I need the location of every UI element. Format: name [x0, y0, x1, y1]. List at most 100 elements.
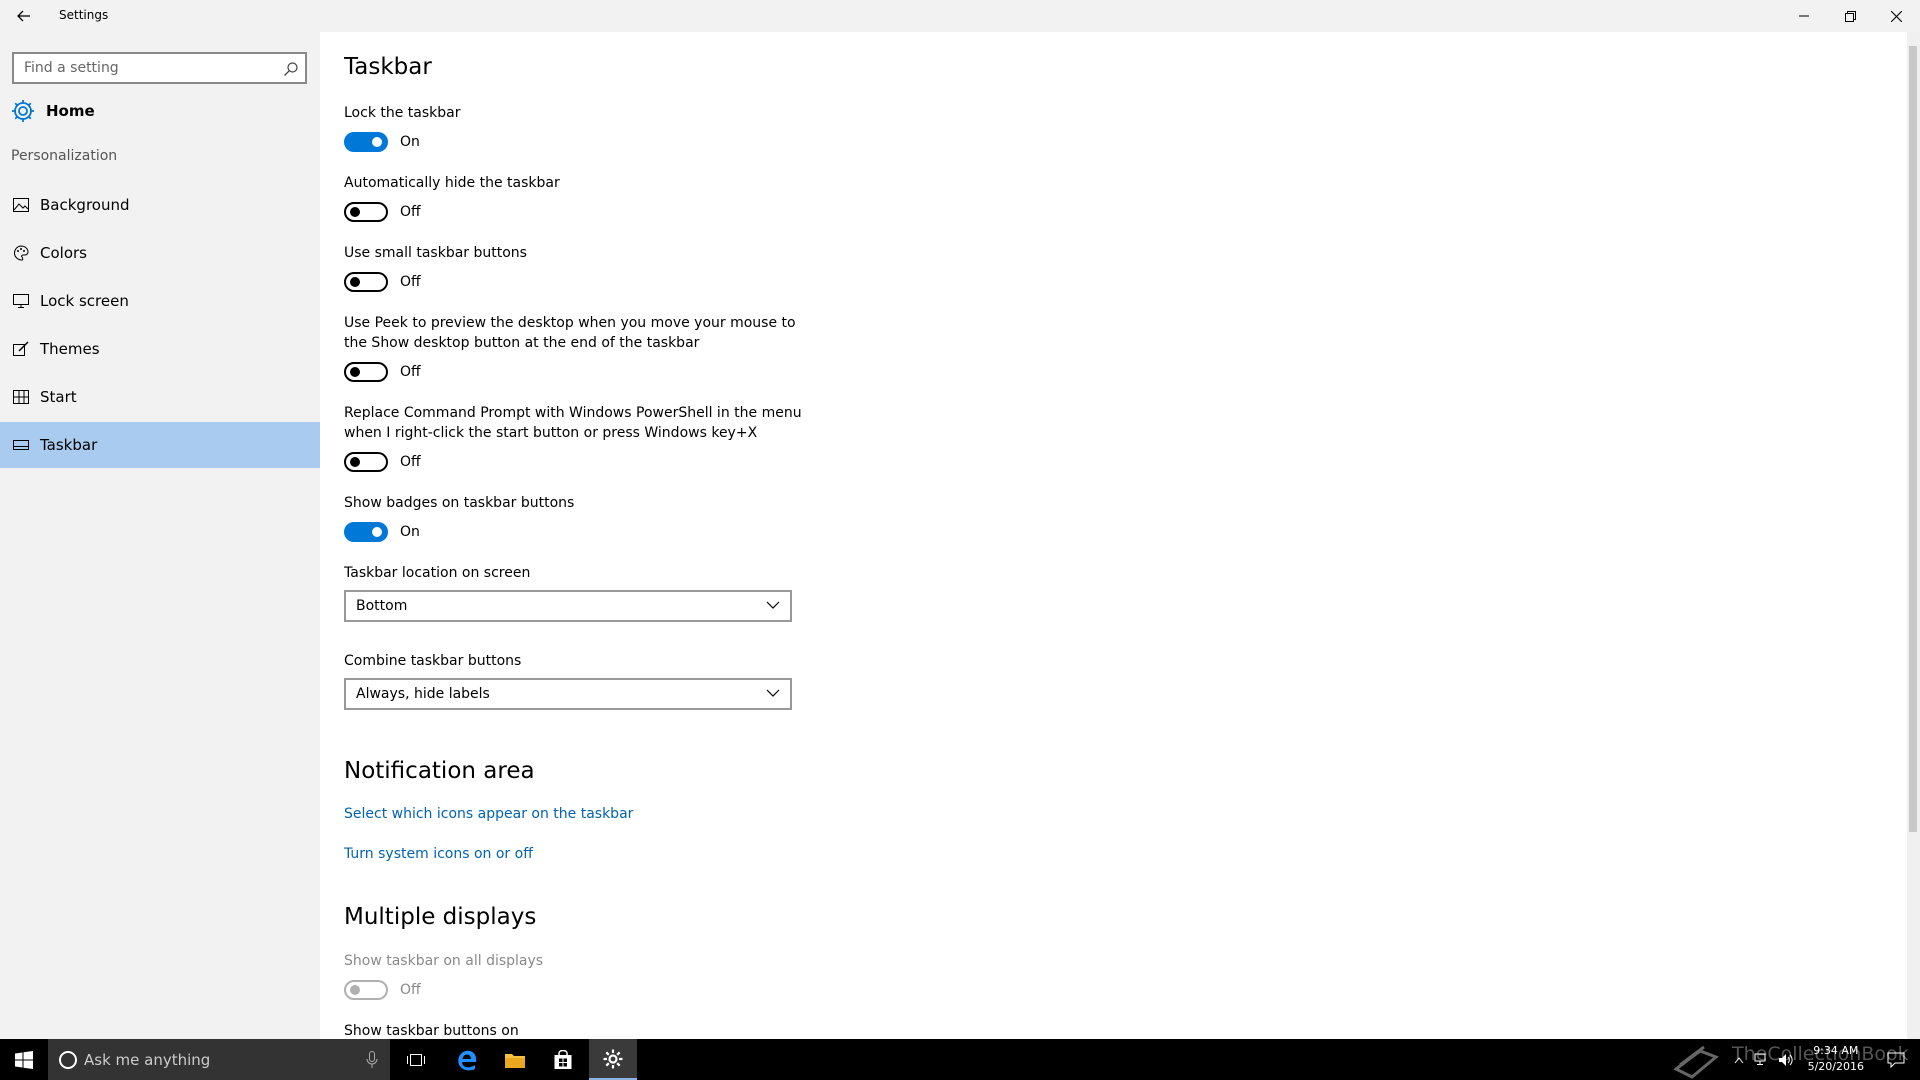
network-icon: [1754, 1053, 1766, 1065]
start-grid-icon: [12, 388, 30, 406]
peek-toggle[interactable]: Off: [344, 362, 421, 382]
windows-taskbar: Ask me anything TheCollectionBook 9:34 A…: [0, 1039, 1920, 1080]
scrollbar-thumb[interactable]: [1909, 46, 1917, 832]
small-buttons-toggle[interactable]: Off: [344, 272, 421, 292]
powershell-label: Replace Command Prompt with Windows Powe…: [344, 405, 802, 441]
sidebar-item-label: Colors: [40, 244, 87, 262]
multiple-displays-heading: Multiple displays: [344, 904, 537, 930]
arrow-left-icon: [17, 10, 30, 22]
toggle-switch[interactable]: [344, 362, 388, 382]
sidebar-item-label: Taskbar: [40, 436, 98, 454]
home-link[interactable]: Home: [10, 96, 95, 126]
cortana-circle-icon: [59, 1051, 77, 1069]
clock[interactable]: 9:34 AM 5/20/2016: [1808, 1043, 1864, 1075]
gear-icon: [603, 1049, 623, 1068]
sidebar: Find a setting Home Personalization Back…: [0, 32, 320, 1039]
settings-app-button[interactable]: [589, 1039, 637, 1080]
toggle-state: Off: [400, 204, 421, 220]
toggle-switch[interactable]: [344, 272, 388, 292]
lock-taskbar-label: Lock the taskbar: [344, 105, 461, 121]
toggle-state: Off: [400, 274, 421, 290]
small-buttons-label: Use small taskbar buttons: [344, 245, 527, 261]
toggle-switch[interactable]: [344, 452, 388, 472]
clock-time: 9:34 AM: [1813, 1044, 1859, 1057]
search-placeholder: Find a setting: [24, 60, 119, 76]
volume-icon: [1779, 1053, 1793, 1066]
search-input[interactable]: Find a setting: [12, 52, 307, 84]
main-content: Taskbar Lock the taskbar On Automaticall…: [344, 32, 1894, 1039]
powershell-toggle[interactable]: Off: [344, 452, 421, 472]
start-button[interactable]: [0, 1039, 48, 1080]
close-button[interactable]: [1873, 0, 1919, 32]
cortana-search-box[interactable]: Ask me anything: [48, 1039, 390, 1080]
home-label: Home: [46, 102, 95, 120]
brush-icon: [12, 340, 30, 358]
sidebar-item-taskbar[interactable]: Taskbar: [0, 422, 320, 468]
store-button[interactable]: [539, 1039, 587, 1080]
cortana-placeholder: Ask me anything: [84, 1051, 211, 1069]
chevron-down-icon: [766, 601, 780, 609]
restore-button[interactable]: [1827, 0, 1873, 32]
badges-toggle[interactable]: On: [344, 522, 420, 542]
sidebar-item-themes[interactable]: Themes: [0, 326, 320, 372]
sidebar-item-lock-screen[interactable]: Lock screen: [0, 278, 320, 324]
toggle-state: On: [400, 524, 420, 540]
monitor-icon: [12, 292, 30, 310]
scrollbar[interactable]: [1907, 32, 1920, 1039]
title-bar: Settings: [0, 0, 1920, 32]
book-logo-icon: [1673, 1045, 1719, 1079]
search-icon: [284, 62, 298, 76]
picture-icon: [12, 196, 30, 214]
microphone-icon: [366, 1051, 378, 1068]
chevron-up-icon: [1734, 1056, 1744, 1063]
sidebar-item-label: Themes: [40, 340, 100, 358]
peek-label: Use Peek to preview the desktop when you…: [344, 315, 796, 351]
action-center-button[interactable]: [1872, 1039, 1920, 1080]
file-explorer-button[interactable]: [491, 1039, 539, 1080]
windows-logo-icon: [15, 1050, 33, 1069]
task-view-icon: [407, 1053, 425, 1066]
sidebar-item-start[interactable]: Start: [0, 374, 320, 420]
minimize-button[interactable]: [1781, 0, 1827, 32]
page-title: Taskbar: [344, 54, 432, 80]
toggle-state: Off: [400, 454, 421, 470]
chevron-down-icon: [766, 689, 780, 697]
lock-taskbar-toggle[interactable]: On: [344, 132, 420, 152]
toggle-switch[interactable]: [344, 980, 388, 1000]
toggle-switch[interactable]: [344, 522, 388, 542]
sidebar-item-label: Start: [40, 388, 77, 406]
action-center-icon: [1887, 1052, 1905, 1068]
toggle-switch[interactable]: [344, 132, 388, 152]
badges-label: Show badges on taskbar buttons: [344, 495, 575, 511]
folder-icon: [505, 1053, 525, 1068]
combine-dropdown[interactable]: Always, hide labels: [344, 678, 792, 710]
show-hidden-icons-button[interactable]: [1728, 1039, 1750, 1080]
location-dropdown[interactable]: Bottom: [344, 590, 792, 622]
settings-window: Settings Find a setting Home Personaliza…: [0, 0, 1920, 1039]
combine-value: Always, hide labels: [356, 686, 490, 702]
window-title: Settings: [59, 8, 109, 22]
show-all-displays-toggle[interactable]: Off: [344, 980, 421, 1000]
sidebar-item-colors[interactable]: Colors: [0, 230, 320, 276]
show-all-displays-label: Show taskbar on all displays: [344, 953, 544, 969]
sidebar-item-background[interactable]: Background: [0, 182, 320, 228]
network-button[interactable]: [1750, 1039, 1774, 1080]
notification-area-heading: Notification area: [344, 758, 535, 784]
toggle-state: Off: [400, 364, 421, 380]
toggle-switch[interactable]: [344, 202, 388, 222]
location-label: Taskbar location on screen: [344, 565, 531, 581]
system-icons-link[interactable]: Turn system icons on or off: [344, 846, 533, 862]
volume-button[interactable]: [1774, 1039, 1798, 1080]
gear-icon: [12, 100, 34, 122]
palette-icon: [12, 244, 30, 262]
task-view-button[interactable]: [392, 1039, 440, 1080]
auto-hide-toggle[interactable]: Off: [344, 202, 421, 222]
clock-date: 5/20/2016: [1807, 1060, 1864, 1073]
back-button[interactable]: [10, 4, 38, 28]
edge-button[interactable]: [443, 1039, 491, 1080]
store-bag-icon: [554, 1049, 572, 1069]
select-icons-link[interactable]: Select which icons appear on the taskbar: [344, 806, 633, 822]
toggle-state: On: [400, 134, 420, 150]
combine-label: Combine taskbar buttons: [344, 653, 522, 669]
sidebar-item-label: Background: [40, 196, 130, 214]
